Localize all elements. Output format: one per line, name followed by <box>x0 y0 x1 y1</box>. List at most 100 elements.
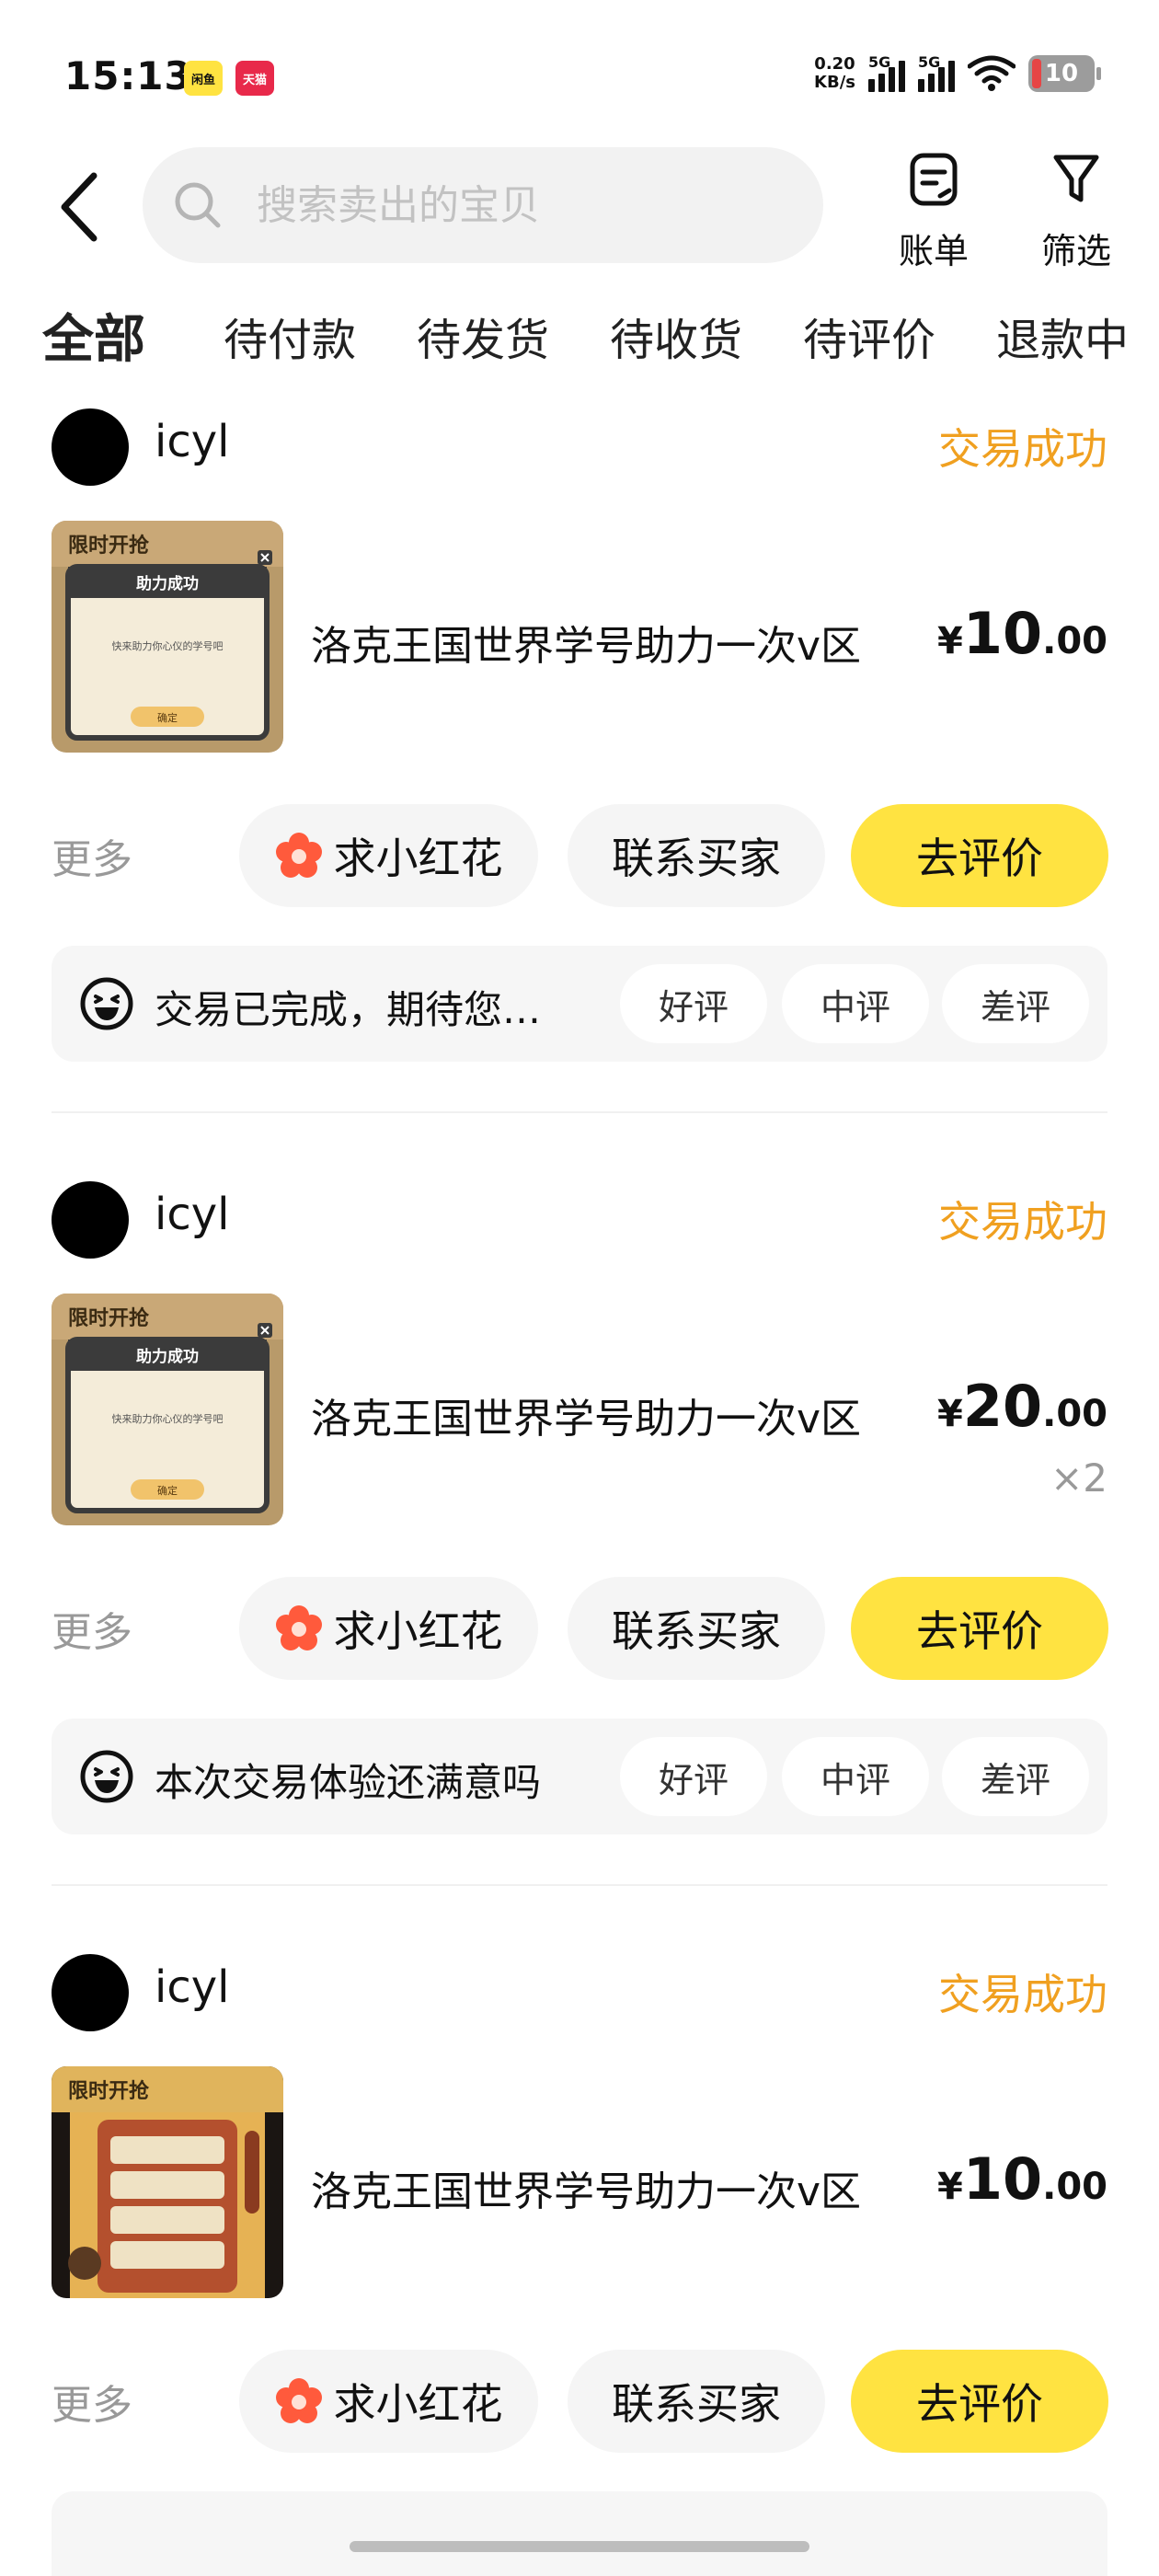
request-flower-button[interactable]: 求小红花 <box>239 804 538 907</box>
order-status: 交易成功 <box>938 424 1107 474</box>
product-image: 限时开抢 助力成功 快来助力你心仪的学号吧 确定 <box>52 1294 283 1525</box>
request-flower-button[interactable]: 求小红花 <box>239 1577 538 1680</box>
rate-good-button[interactable]: 好评 <box>620 964 767 1043</box>
network-speed: 0.20 KB/s <box>814 55 855 92</box>
search-bar[interactable] <box>143 147 823 263</box>
product-thumbnail[interactable]: 限时开抢 助力成功 快来助力你心仪的学号吧 确定 <box>52 521 283 753</box>
price-decimal: .00 <box>1042 1393 1107 1435</box>
tmall-notification-icon: 天猫 <box>235 61 274 96</box>
order-card: icyl 交易成功 限时开抢 助力成功 快来助力你心仪的学号吧 确定 洛克王国世… <box>0 1168 1159 1886</box>
order-status: 交易成功 <box>938 1197 1107 1247</box>
rating-bar <box>52 2491 1107 2576</box>
back-arrow-icon[interactable] <box>57 170 103 244</box>
status-time: 15:13 <box>64 53 192 98</box>
red-flower-icon <box>275 2378 322 2423</box>
rate-good-button[interactable]: 好评 <box>620 1737 767 1816</box>
thumb-banner-text: 限时开抢 <box>68 1306 150 1330</box>
thumb-banner-text: 限时开抢 <box>68 2079 150 2103</box>
tab-pending-shipment[interactable]: 待发货 <box>417 304 549 368</box>
home-indicator[interactable] <box>350 2541 809 2552</box>
product-price: ¥20.00 <box>937 1373 1107 1440</box>
filter-button[interactable]: 筛选 <box>1026 152 1127 273</box>
tab-all[interactable]: 全部 <box>39 298 149 373</box>
rating-prompt: 交易已完成，期待您… <box>155 987 542 1032</box>
wifi-icon <box>968 55 1016 91</box>
rating-bar: 本次交易体验还满意吗 好评 中评 差评 <box>52 1719 1107 1834</box>
product-title[interactable]: 洛克王国世界学号助力一次v区 <box>311 1386 861 1444</box>
price-integer: 10 <box>962 600 1043 667</box>
product-thumbnail[interactable]: 限时开抢 <box>52 2066 283 2298</box>
buyer-name[interactable]: icyl <box>155 416 229 467</box>
avatar[interactable] <box>52 1181 129 1259</box>
order-status: 交易成功 <box>938 1970 1107 2019</box>
contact-buyer-button[interactable]: 联系买家 <box>568 1577 825 1680</box>
card-divider <box>52 1111 1107 1113</box>
tab-pending-payment[interactable]: 待付款 <box>224 304 356 368</box>
rating-prompt: 本次交易体验还满意吗 <box>155 1760 542 1805</box>
rating-bar: 交易已完成，期待您… 好评 中评 差评 <box>52 946 1107 1062</box>
buyer-name[interactable]: icyl <box>155 1961 229 2013</box>
laughing-face-icon <box>80 977 133 1030</box>
order-card: icyl 交易成功 限时开抢 助力成功 快来助力你心仪的学号吧 确定 洛克王国世… <box>0 396 1159 1113</box>
xianyu-notification-icon: 闲鱼 <box>184 61 223 96</box>
thumb-dialog-title: 助力成功 <box>136 1347 199 1366</box>
product-price: ¥10.00 <box>937 600 1107 667</box>
product-title[interactable]: 洛克王国世界学号助力一次v区 <box>311 2158 861 2217</box>
rate-neutral-button[interactable]: 中评 <box>782 1737 929 1816</box>
avatar[interactable] <box>52 1954 129 2031</box>
review-button[interactable]: 去评价 <box>851 804 1108 907</box>
search-input[interactable] <box>257 181 772 229</box>
battery-icon: 10 <box>1028 55 1101 92</box>
price-currency: ¥ <box>937 620 963 662</box>
order-tabs: 全部 待付款 待发货 待收货 待评价 退款中 <box>0 304 1159 382</box>
product-image: 限时开抢 <box>52 2066 283 2298</box>
rate-bad-button[interactable]: 差评 <box>942 964 1089 1043</box>
thumb-dialog-body: 快来助力你心仪的学号吧 <box>112 1412 224 1425</box>
more-button[interactable]: 更多 <box>52 1599 132 1658</box>
request-flower-label: 求小红花 <box>333 1606 503 1656</box>
thumb-dialog-ok: 确定 <box>157 711 178 724</box>
order-card: icyl 交易成功 限时开抢 洛克王国世界学号助力一次v区 ¥10.00 更多 <box>0 1941 1159 2576</box>
rate-neutral-button[interactable]: 中评 <box>782 964 929 1043</box>
avatar[interactable] <box>52 408 129 486</box>
tab-all-label: 全部 <box>42 310 145 370</box>
red-flower-icon <box>275 1605 322 1650</box>
laughing-face-icon <box>80 1750 133 1803</box>
bill-button[interactable]: 账单 <box>883 152 984 273</box>
contact-buyer-button[interactable]: 联系买家 <box>568 804 825 907</box>
tab-refunding[interactable]: 退款中 <box>996 304 1129 368</box>
review-button[interactable]: 去评价 <box>851 1577 1108 1680</box>
card-divider <box>52 1884 1107 1886</box>
product-price: ¥10.00 <box>937 2145 1107 2213</box>
buyer-name[interactable]: icyl <box>155 1189 229 1240</box>
product-image: 限时开抢 助力成功 快来助力你心仪的学号吧 确定 <box>52 521 283 753</box>
signal-1-icon: 5G <box>868 53 905 92</box>
network-speed-value: 0.20 <box>814 54 855 74</box>
signal-2-label: 5G <box>918 53 941 71</box>
thumb-dialog-body: 快来助力你心仪的学号吧 <box>112 639 224 652</box>
price-decimal: .00 <box>1042 620 1107 662</box>
price-currency: ¥ <box>937 1393 963 1435</box>
review-button[interactable]: 去评价 <box>851 2350 1108 2453</box>
search-icon <box>175 182 221 228</box>
network-speed-unit: KB/s <box>814 73 855 92</box>
product-title[interactable]: 洛克王国世界学号助力一次v区 <box>311 613 861 672</box>
contact-buyer-button[interactable]: 联系买家 <box>568 2350 825 2453</box>
filter-icon <box>1053 155 1099 202</box>
more-button[interactable]: 更多 <box>52 826 132 885</box>
rate-bad-button[interactable]: 差评 <box>942 1737 1089 1816</box>
request-flower-button[interactable]: 求小红花 <box>239 2350 538 2453</box>
product-quantity: ×2 <box>1050 1455 1107 1501</box>
request-flower-label: 求小红花 <box>333 834 503 883</box>
product-thumbnail[interactable]: 限时开抢 助力成功 快来助力你心仪的学号吧 确定 <box>52 1294 283 1525</box>
thumb-dialog-title: 助力成功 <box>136 574 199 593</box>
tab-pending-review[interactable]: 待评价 <box>803 304 935 368</box>
request-flower-label: 求小红花 <box>333 2379 503 2429</box>
signal-2-icon: 5G <box>918 53 955 92</box>
bill-icon <box>910 153 958 206</box>
battery-level: 10 <box>1044 60 1079 87</box>
price-decimal: .00 <box>1042 2166 1107 2208</box>
more-button[interactable]: 更多 <box>52 2372 132 2431</box>
tab-pending-receipt[interactable]: 待收货 <box>610 304 742 368</box>
thumb-dialog-ok: 确定 <box>157 1484 178 1497</box>
